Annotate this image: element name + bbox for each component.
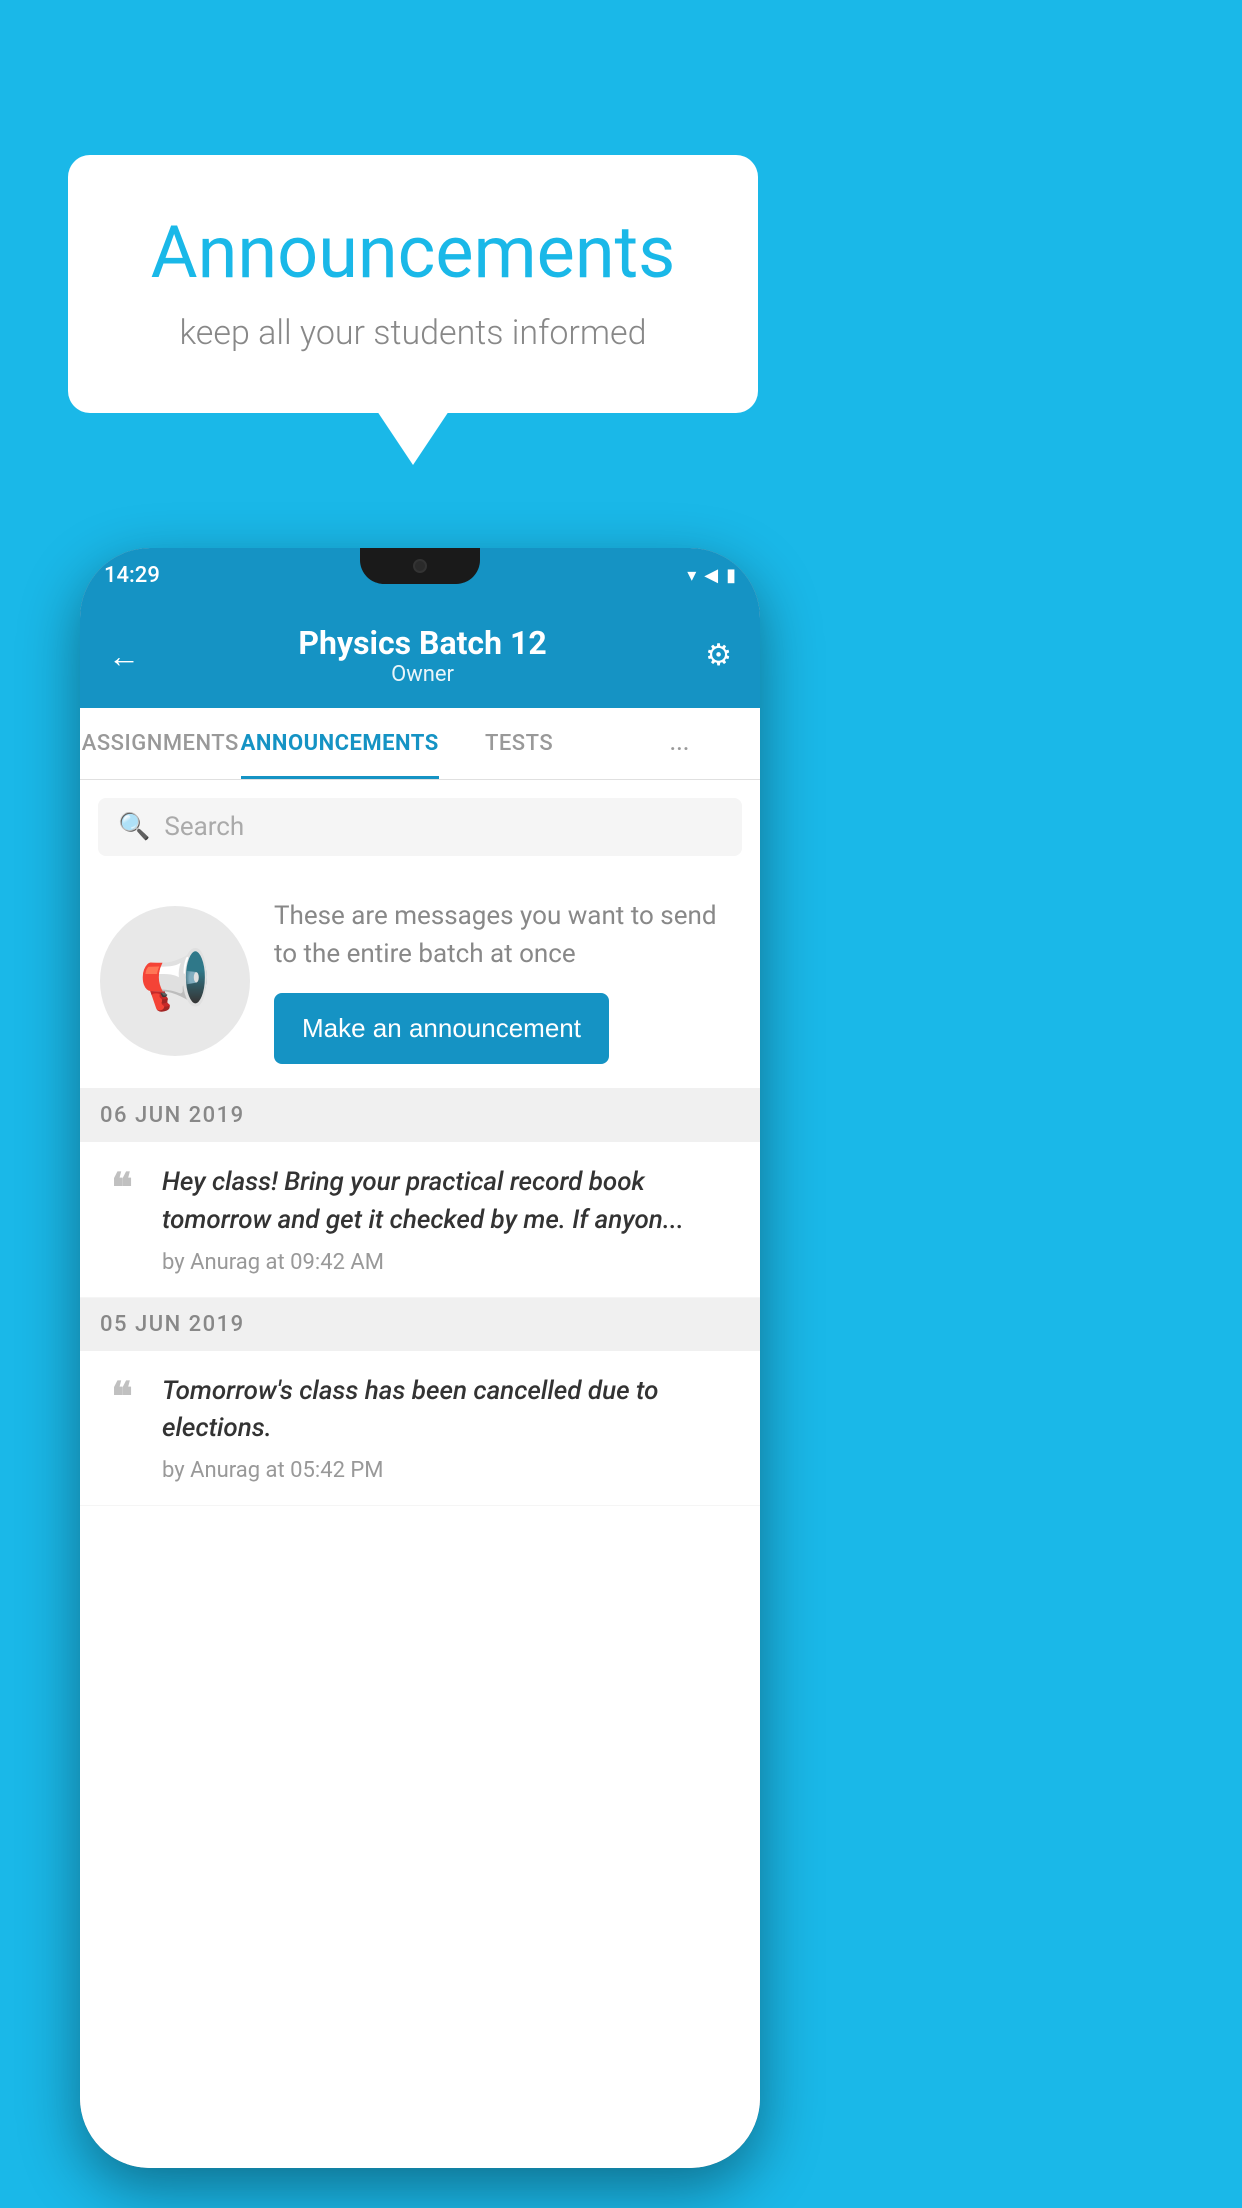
status-time: 14:29: [104, 563, 160, 588]
camera-notch: [413, 559, 427, 573]
announcement-promo: 📢 These are messages you want to send to…: [80, 874, 760, 1089]
quote-icon-1: ❝: [100, 1164, 144, 1208]
settings-button[interactable]: ⚙: [705, 638, 732, 673]
speech-bubble: Announcements keep all your students inf…: [68, 155, 758, 413]
back-button[interactable]: ←: [108, 637, 140, 675]
tab-more[interactable]: ...: [599, 708, 760, 779]
announcement-text-1: Hey class! Bring your practical record b…: [162, 1164, 740, 1239]
app-bar-title-area: Physics Batch 12 Owner: [140, 624, 705, 687]
search-placeholder: Search: [164, 812, 244, 842]
content-area: 🔍 Search 📢 These are messages you want t…: [80, 780, 760, 2168]
announcement-text-2: Tomorrow's class has been cancelled due …: [162, 1373, 740, 1448]
app-bar: ← Physics Batch 12 Owner ⚙: [80, 603, 760, 708]
announcement-meta-1: by Anurag at 09:42 AM: [162, 1250, 740, 1275]
notch: [360, 548, 480, 584]
date-separator-1: 06 JUN 2019: [80, 1089, 760, 1142]
tab-tests[interactable]: TESTS: [439, 708, 600, 779]
phone-frame: 14:29 ▾ ◀ ▮ ← Physics Batch 12 Owner ⚙ A…: [80, 548, 760, 2168]
announcement-content-1: Hey class! Bring your practical record b…: [162, 1164, 740, 1274]
battery-icon: ▮: [726, 565, 736, 586]
date-separator-2: 05 JUN 2019: [80, 1298, 760, 1351]
announcement-content-2: Tomorrow's class has been cancelled due …: [162, 1373, 740, 1483]
announcement-item-2[interactable]: ❝ Tomorrow's class has been cancelled du…: [80, 1351, 760, 1506]
announcement-item-1[interactable]: ❝ Hey class! Bring your practical record…: [80, 1142, 760, 1297]
bubble-title: Announcements: [128, 210, 698, 295]
bubble-subtitle: keep all your students informed: [128, 313, 698, 353]
status-icons: ▾ ◀ ▮: [687, 565, 736, 586]
status-bar: 14:29 ▾ ◀ ▮: [80, 548, 760, 603]
app-bar-subtitle: Owner: [140, 662, 705, 687]
search-icon: 🔍: [118, 812, 150, 842]
tab-assignments[interactable]: ASSIGNMENTS: [80, 708, 241, 779]
tabs-bar: ASSIGNMENTS ANNOUNCEMENTS TESTS ...: [80, 708, 760, 780]
quote-icon-2: ❝: [100, 1373, 144, 1417]
speech-bubble-card: Announcements keep all your students inf…: [68, 155, 758, 413]
make-announcement-button[interactable]: Make an announcement: [274, 993, 609, 1064]
app-bar-title: Physics Batch 12: [140, 624, 705, 662]
phone-screen: 14:29 ▾ ◀ ▮ ← Physics Batch 12 Owner ⚙ A…: [80, 548, 760, 2168]
megaphone-icon: 📢: [139, 947, 211, 1015]
search-bar[interactable]: 🔍 Search: [98, 798, 742, 856]
promo-description: These are messages you want to send to t…: [274, 898, 740, 973]
announcement-meta-2: by Anurag at 05:42 PM: [162, 1458, 740, 1483]
tab-announcements[interactable]: ANNOUNCEMENTS: [241, 708, 439, 779]
wifi-icon: ▾: [687, 565, 696, 586]
promo-right: These are messages you want to send to t…: [274, 898, 740, 1064]
signal-icon: ◀: [704, 565, 718, 586]
promo-icon-circle: 📢: [100, 906, 250, 1056]
